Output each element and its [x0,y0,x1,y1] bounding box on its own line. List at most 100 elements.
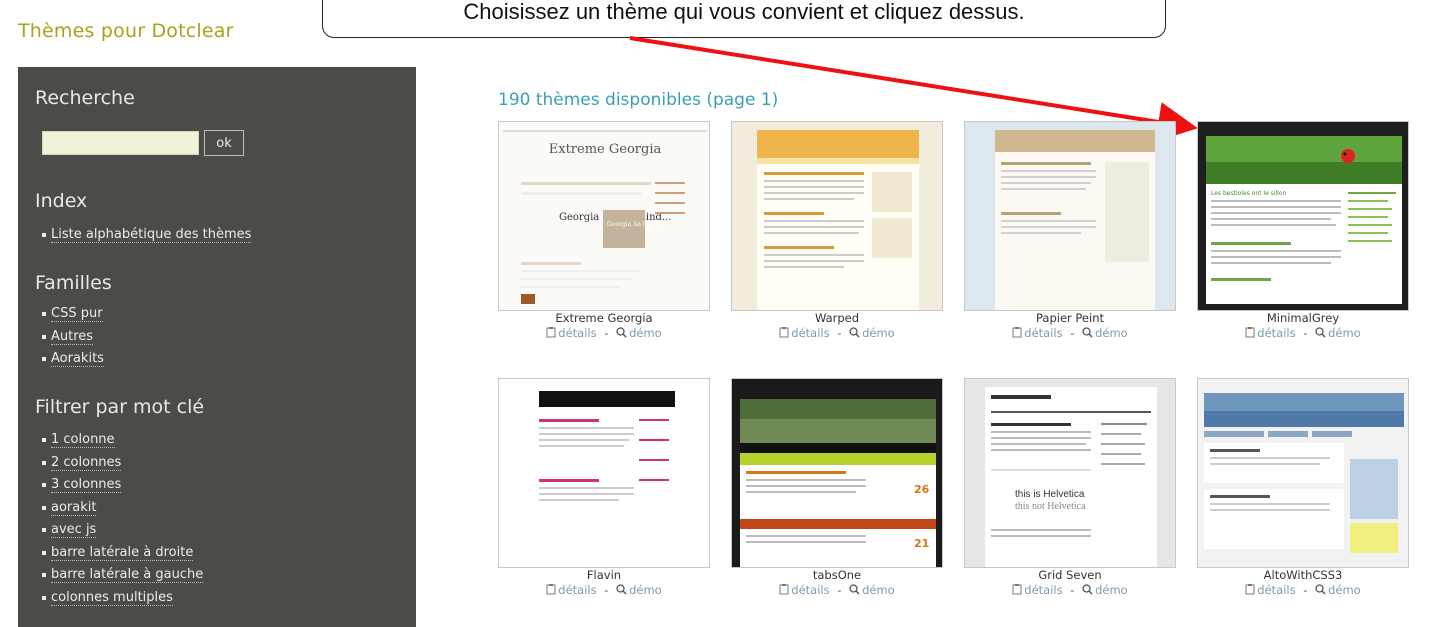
keywords-list: 1 colonne 2 colonnes 3 colonnes aorakit … [42,429,204,610]
link-keyword[interactable]: 2 colonnes [51,455,122,471]
preview-title: Les bestioles ont le sillon [1211,190,1286,197]
search-input[interactable] [42,131,199,155]
theme-card[interactable]: Papier Peint détails - démo [964,121,1176,350]
demo-link[interactable]: démo [629,583,662,597]
keywords-heading: Filtrer par mot clé [35,396,205,418]
list-item[interactable]: Aorakits [42,348,104,371]
theme-thumbnail[interactable] [1197,378,1409,568]
details-link[interactable]: détails [1024,583,1062,597]
details-link[interactable]: détails [1024,326,1062,340]
theme-thumbnail[interactable] [731,121,943,311]
details-link[interactable]: détails [791,326,829,340]
theme-name[interactable]: Papier Peint [964,311,1176,325]
demo-link[interactable]: démo [862,326,895,340]
theme-name[interactable]: Warped [731,311,943,325]
theme-thumbnail[interactable] [498,378,710,568]
link-keyword[interactable]: 3 colonnes [51,477,122,494]
clipboard-icon [1012,327,1022,341]
link-family[interactable]: Aorakits [51,351,104,368]
theme-actions: détails - démo [964,583,1176,598]
theme-thumbnail[interactable] [964,121,1176,311]
list-item[interactable]: barre latérale à droite [42,542,203,565]
themes-count-title: 190 thèmes disponibles (page 1) [498,90,779,110]
demo-link[interactable]: démo [1328,583,1361,597]
demo-link[interactable]: démo [1095,326,1128,340]
theme-name[interactable]: AltoWithCSS3 [1197,568,1409,582]
theme-card[interactable]: 26 21 tabsOne détails - démo [731,378,943,607]
theme-card[interactable]: Flavin détails - démo [498,378,710,607]
link-keyword[interactable]: barre latérale à gauche [51,567,204,584]
actions-separator: - [1070,326,1075,340]
details-link[interactable]: détails [558,583,596,597]
callout-text: Choisissez un thème qui vous convient et… [463,0,1025,24]
list-item[interactable]: avec js [42,519,203,542]
bullet-icon [42,528,46,533]
theme-card[interactable]: AltoWithCSS3 détails - démo [1197,378,1409,607]
preview-warped [732,122,942,310]
zoom-icon [849,584,860,598]
preview-badge: 26 [914,483,930,496]
list-item[interactable]: Autres [42,326,104,349]
list-item[interactable]: 1 colonne [42,429,203,452]
theme-thumbnail[interactable]: 26 21 [731,378,943,568]
list-item[interactable]: 3 colonnes [42,474,203,497]
theme-name[interactable]: MinimalGrey [1197,311,1409,325]
bullet-icon [42,438,46,443]
theme-card[interactable]: this is Helvetica this not Helvetica Gri… [964,378,1176,607]
zoom-icon [849,327,860,341]
theme-thumbnail[interactable]: Les bestioles ont le sillon [1197,121,1409,311]
link-keyword[interactable]: colonnes multiples [51,590,173,606]
list-item[interactable]: CSS pur [42,303,104,326]
theme-name[interactable]: Extreme Georgia [498,311,710,325]
theme-thumbnail[interactable]: this is Helvetica this not Helvetica [964,378,1176,568]
theme-name[interactable]: Flavin [498,568,710,582]
bullet-icon [42,312,46,317]
preview-minimalgrey: Les bestioles ont le sillon [1198,122,1408,310]
clipboard-icon [546,327,556,341]
bullet-icon [42,573,46,578]
theme-name[interactable]: tabsOne [731,568,943,582]
link-keyword[interactable]: barre latérale à droite [51,545,194,561]
theme-card[interactable]: Les bestioles ont le sillon MinimalGrey … [1197,121,1409,350]
bullet-icon [42,550,46,555]
link-keyword[interactable]: 1 colonne [51,432,115,449]
demo-link[interactable]: démo [1095,583,1128,597]
list-item[interactable]: barre latérale à gauche [42,564,204,587]
details-link[interactable]: détails [1257,583,1295,597]
bullet-icon [42,595,46,600]
site-title[interactable]: Thèmes pour Dotclear [18,20,234,42]
details-link[interactable]: détails [1257,326,1295,340]
actions-separator: - [837,326,842,340]
list-item[interactable]: aorakit [42,497,203,520]
link-family[interactable]: CSS pur [51,306,103,323]
preview-text: this is Helvetica [1015,489,1085,500]
demo-link[interactable]: démo [629,326,662,340]
preview-extreme-georgia: Extreme Georgia Georgia on my mind... Ge… [499,122,709,310]
index-list: Liste alphabétique des thèmes [42,224,252,247]
theme-thumbnail[interactable]: Extreme Georgia Georgia on my mind... Ge… [498,121,710,311]
link-keyword[interactable]: avec js [51,522,97,539]
clipboard-icon [1012,584,1022,598]
demo-link[interactable]: démo [1328,326,1361,340]
clipboard-icon [779,327,789,341]
theme-card[interactable]: Warped détails - démo [731,121,943,350]
theme-name[interactable]: Grid Seven [964,568,1176,582]
theme-card[interactable]: Extreme Georgia Georgia on my mind... Ge… [498,121,710,350]
bullet-icon [42,505,46,510]
zoom-icon [1082,327,1093,341]
bullet-icon [42,357,46,362]
list-item[interactable]: Liste alphabétique des thèmes [42,224,252,247]
details-link[interactable]: détails [558,326,596,340]
demo-link[interactable]: démo [862,583,895,597]
details-link[interactable]: détails [791,583,829,597]
families-heading: Familles [35,272,112,294]
link-keyword[interactable]: aorakit [51,500,97,516]
zoom-icon [1315,584,1326,598]
link-index-alpha[interactable]: Liste alphabétique des thèmes [51,227,252,244]
link-family[interactable]: Autres [51,329,94,345]
search-ok-button[interactable]: ok [204,130,244,156]
actions-separator: - [604,326,609,340]
list-item[interactable]: colonnes multiples [42,587,203,610]
list-item[interactable]: 2 colonnes [42,452,203,475]
theme-actions: détails - démo [731,326,943,341]
